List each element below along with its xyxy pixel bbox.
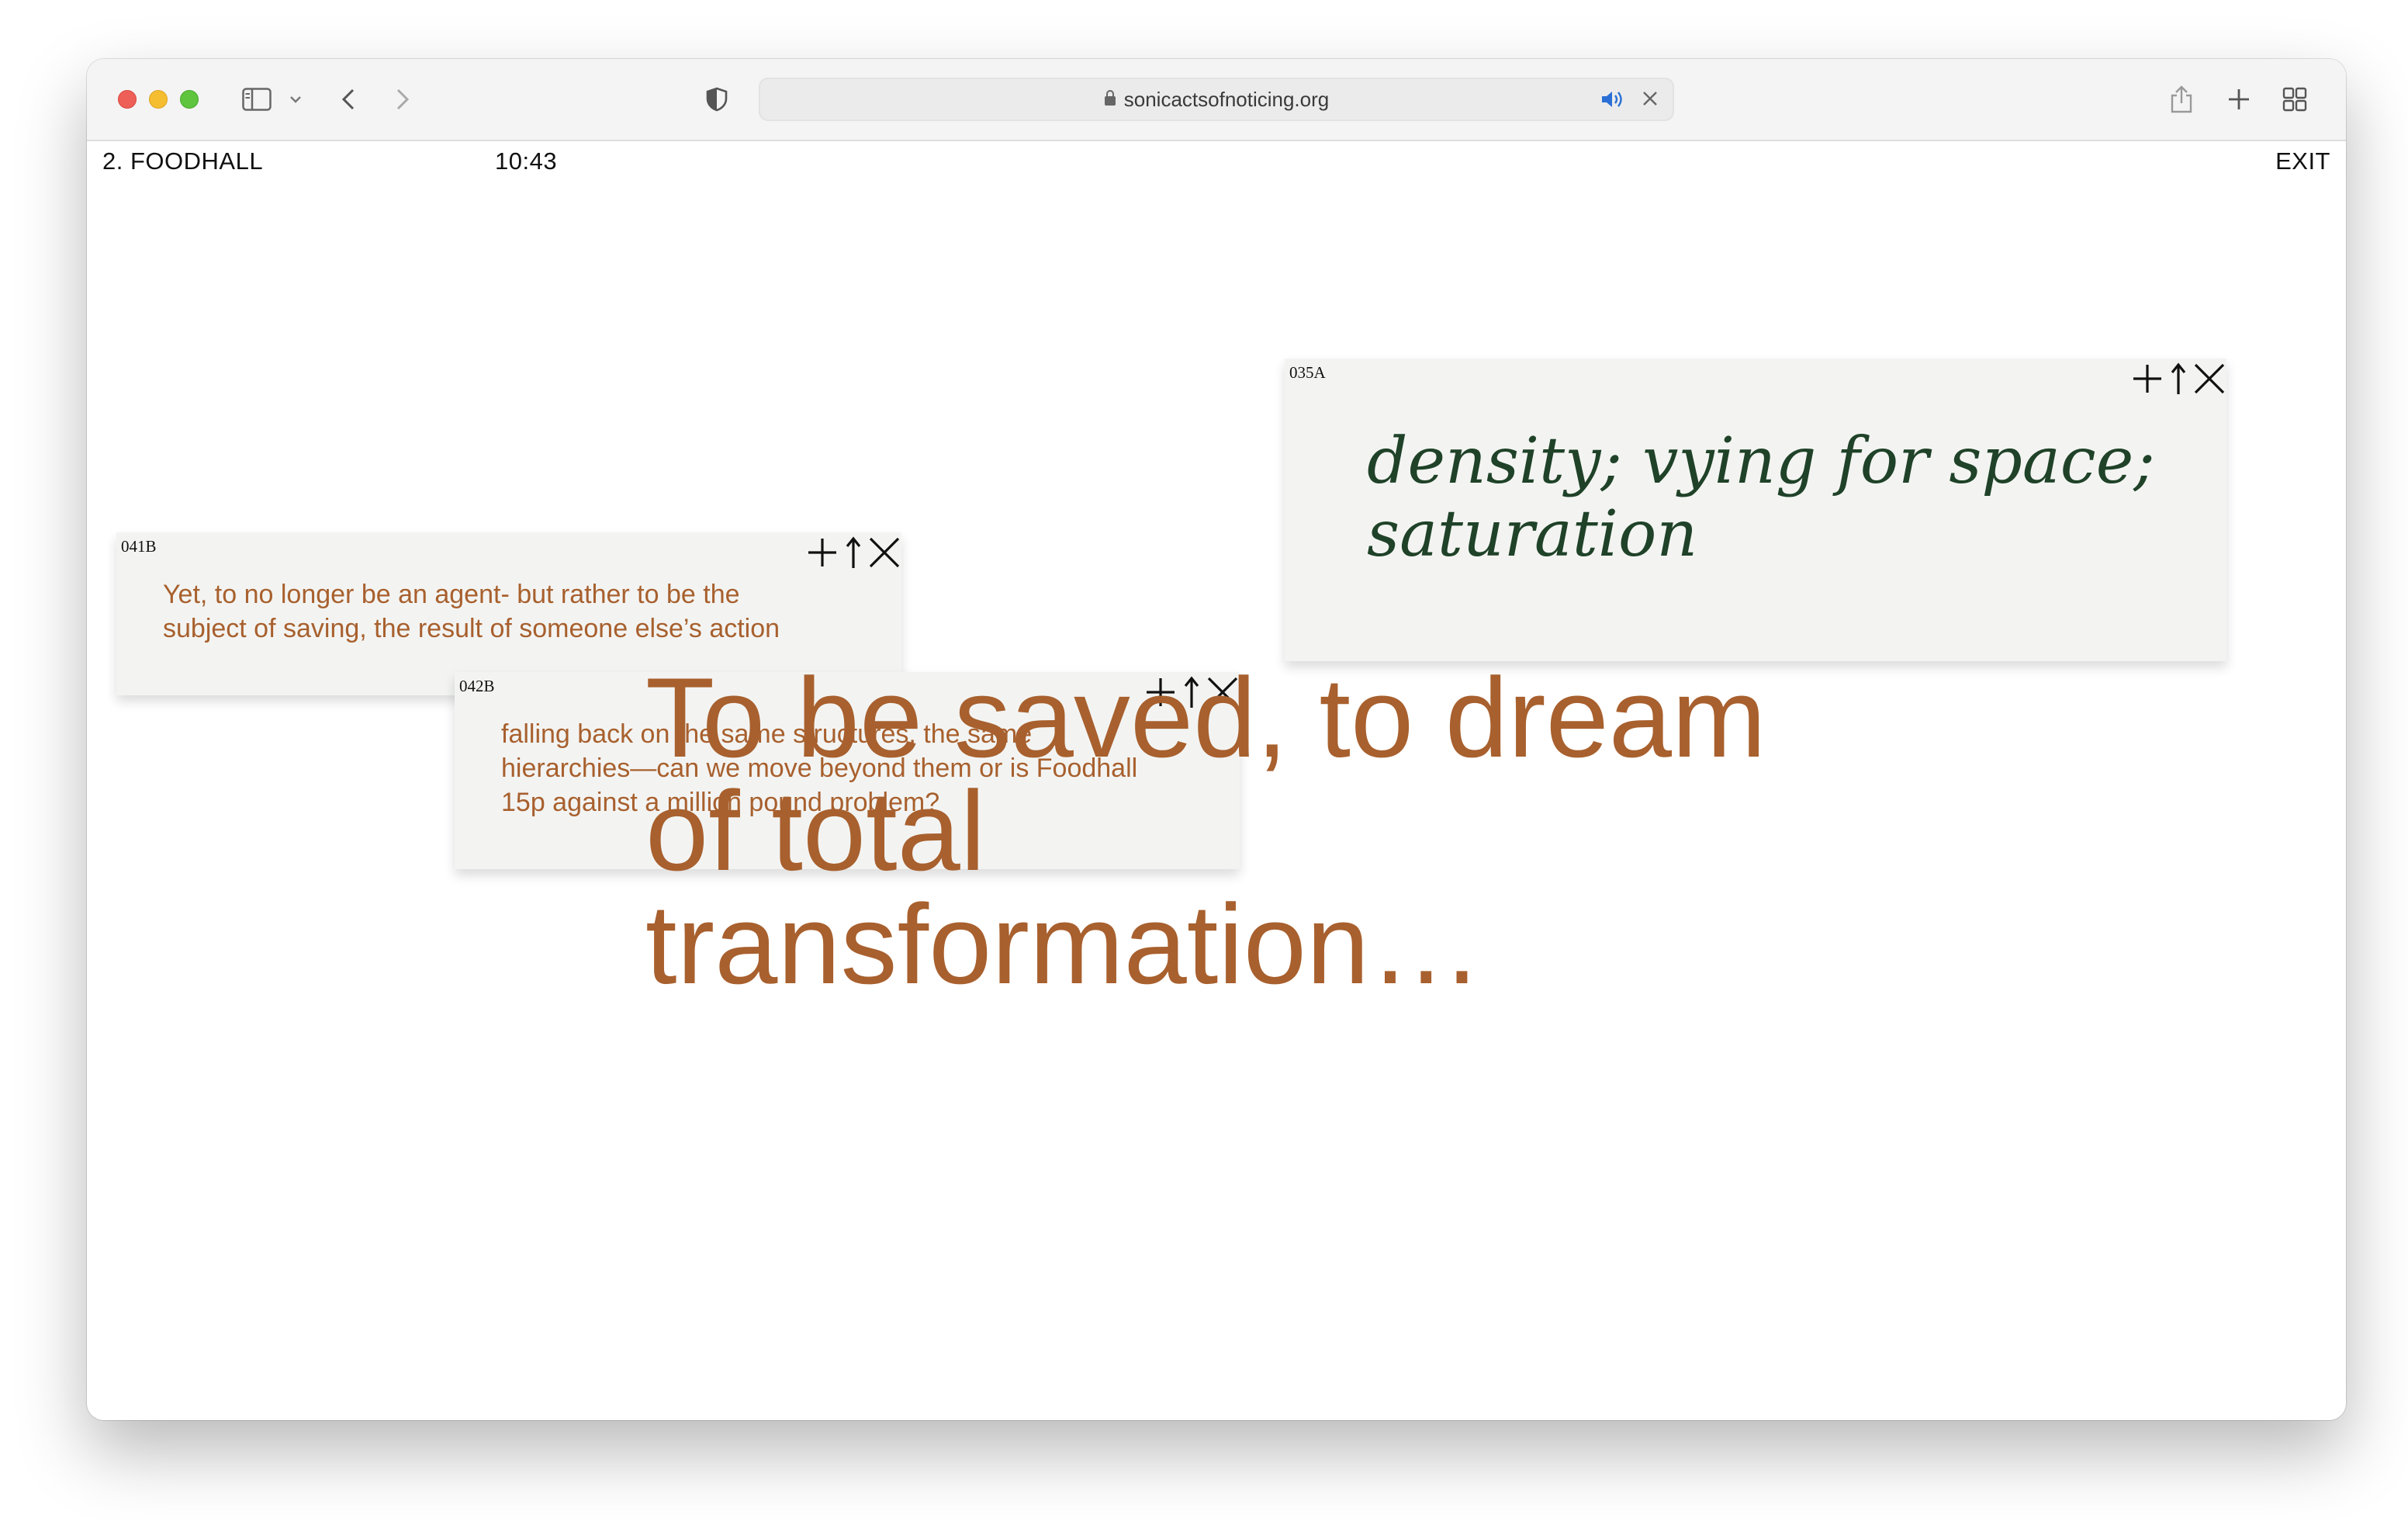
close-icon[interactable] (867, 535, 901, 570)
card-id: 041B (121, 537, 157, 556)
sidebar-icon[interactable] (239, 79, 275, 120)
card-text-line: Yet, to no longer be an agent- but rathe… (163, 580, 740, 609)
speaker-icon[interactable] (1600, 88, 1624, 114)
shield-icon[interactable] (703, 79, 731, 120)
exit-link[interactable]: EXIT (2275, 147, 2330, 175)
tab-overview-icon[interactable] (2279, 79, 2310, 120)
clock: 10:43 (495, 147, 558, 175)
url-text: sonicactsofnoticing.org (1123, 87, 1330, 111)
new-tab-icon[interactable] (2223, 79, 2254, 120)
browser-toolbar: sonicactsofnoticing.org (87, 59, 2346, 141)
back-icon[interactable] (337, 79, 360, 120)
close-icon[interactable] (1642, 90, 1659, 111)
address-bar[interactable]: sonicactsofnoticing.org (759, 78, 1674, 121)
lock-icon (1104, 88, 1116, 112)
overlay-quote: To be saved, to dream of total transform… (645, 661, 1887, 1001)
close-window-button[interactable] (118, 90, 137, 109)
card-text-line: density; vying for space; (1367, 424, 2155, 498)
minimize-window-button[interactable] (149, 90, 168, 109)
card-035a[interactable]: 035A density; vying for space; saturatio… (1285, 359, 2226, 661)
quote-line: of total (645, 767, 986, 894)
quote-line: transformation… (645, 881, 1483, 1007)
chevron-down-icon[interactable] (285, 79, 306, 120)
zoom-window-button[interactable] (180, 90, 199, 109)
section-title: 2. FOODHALL (102, 147, 264, 175)
page-content: 2. FOODHALL 10:43 EXIT 035A density; vyi… (87, 141, 2346, 1420)
card-text-line: subject of saving, the result of someone… (163, 614, 780, 643)
arrow-up-icon[interactable] (844, 535, 863, 570)
quote-line: To be saved, to dream (645, 654, 1766, 781)
arrow-up-icon[interactable] (2169, 362, 2188, 396)
forward-icon[interactable] (391, 79, 414, 120)
close-icon[interactable] (2192, 362, 2226, 396)
plus-icon[interactable] (2130, 362, 2164, 396)
card-id: 042B (459, 677, 495, 695)
card-id: 035A (1289, 363, 1326, 382)
card-text-line: saturation (1367, 497, 1698, 571)
plus-icon[interactable] (805, 535, 839, 570)
browser-window: sonicactsofnoticing.org 2. FOODHALL 10:4… (87, 59, 2346, 1420)
share-icon[interactable] (2166, 79, 2197, 120)
